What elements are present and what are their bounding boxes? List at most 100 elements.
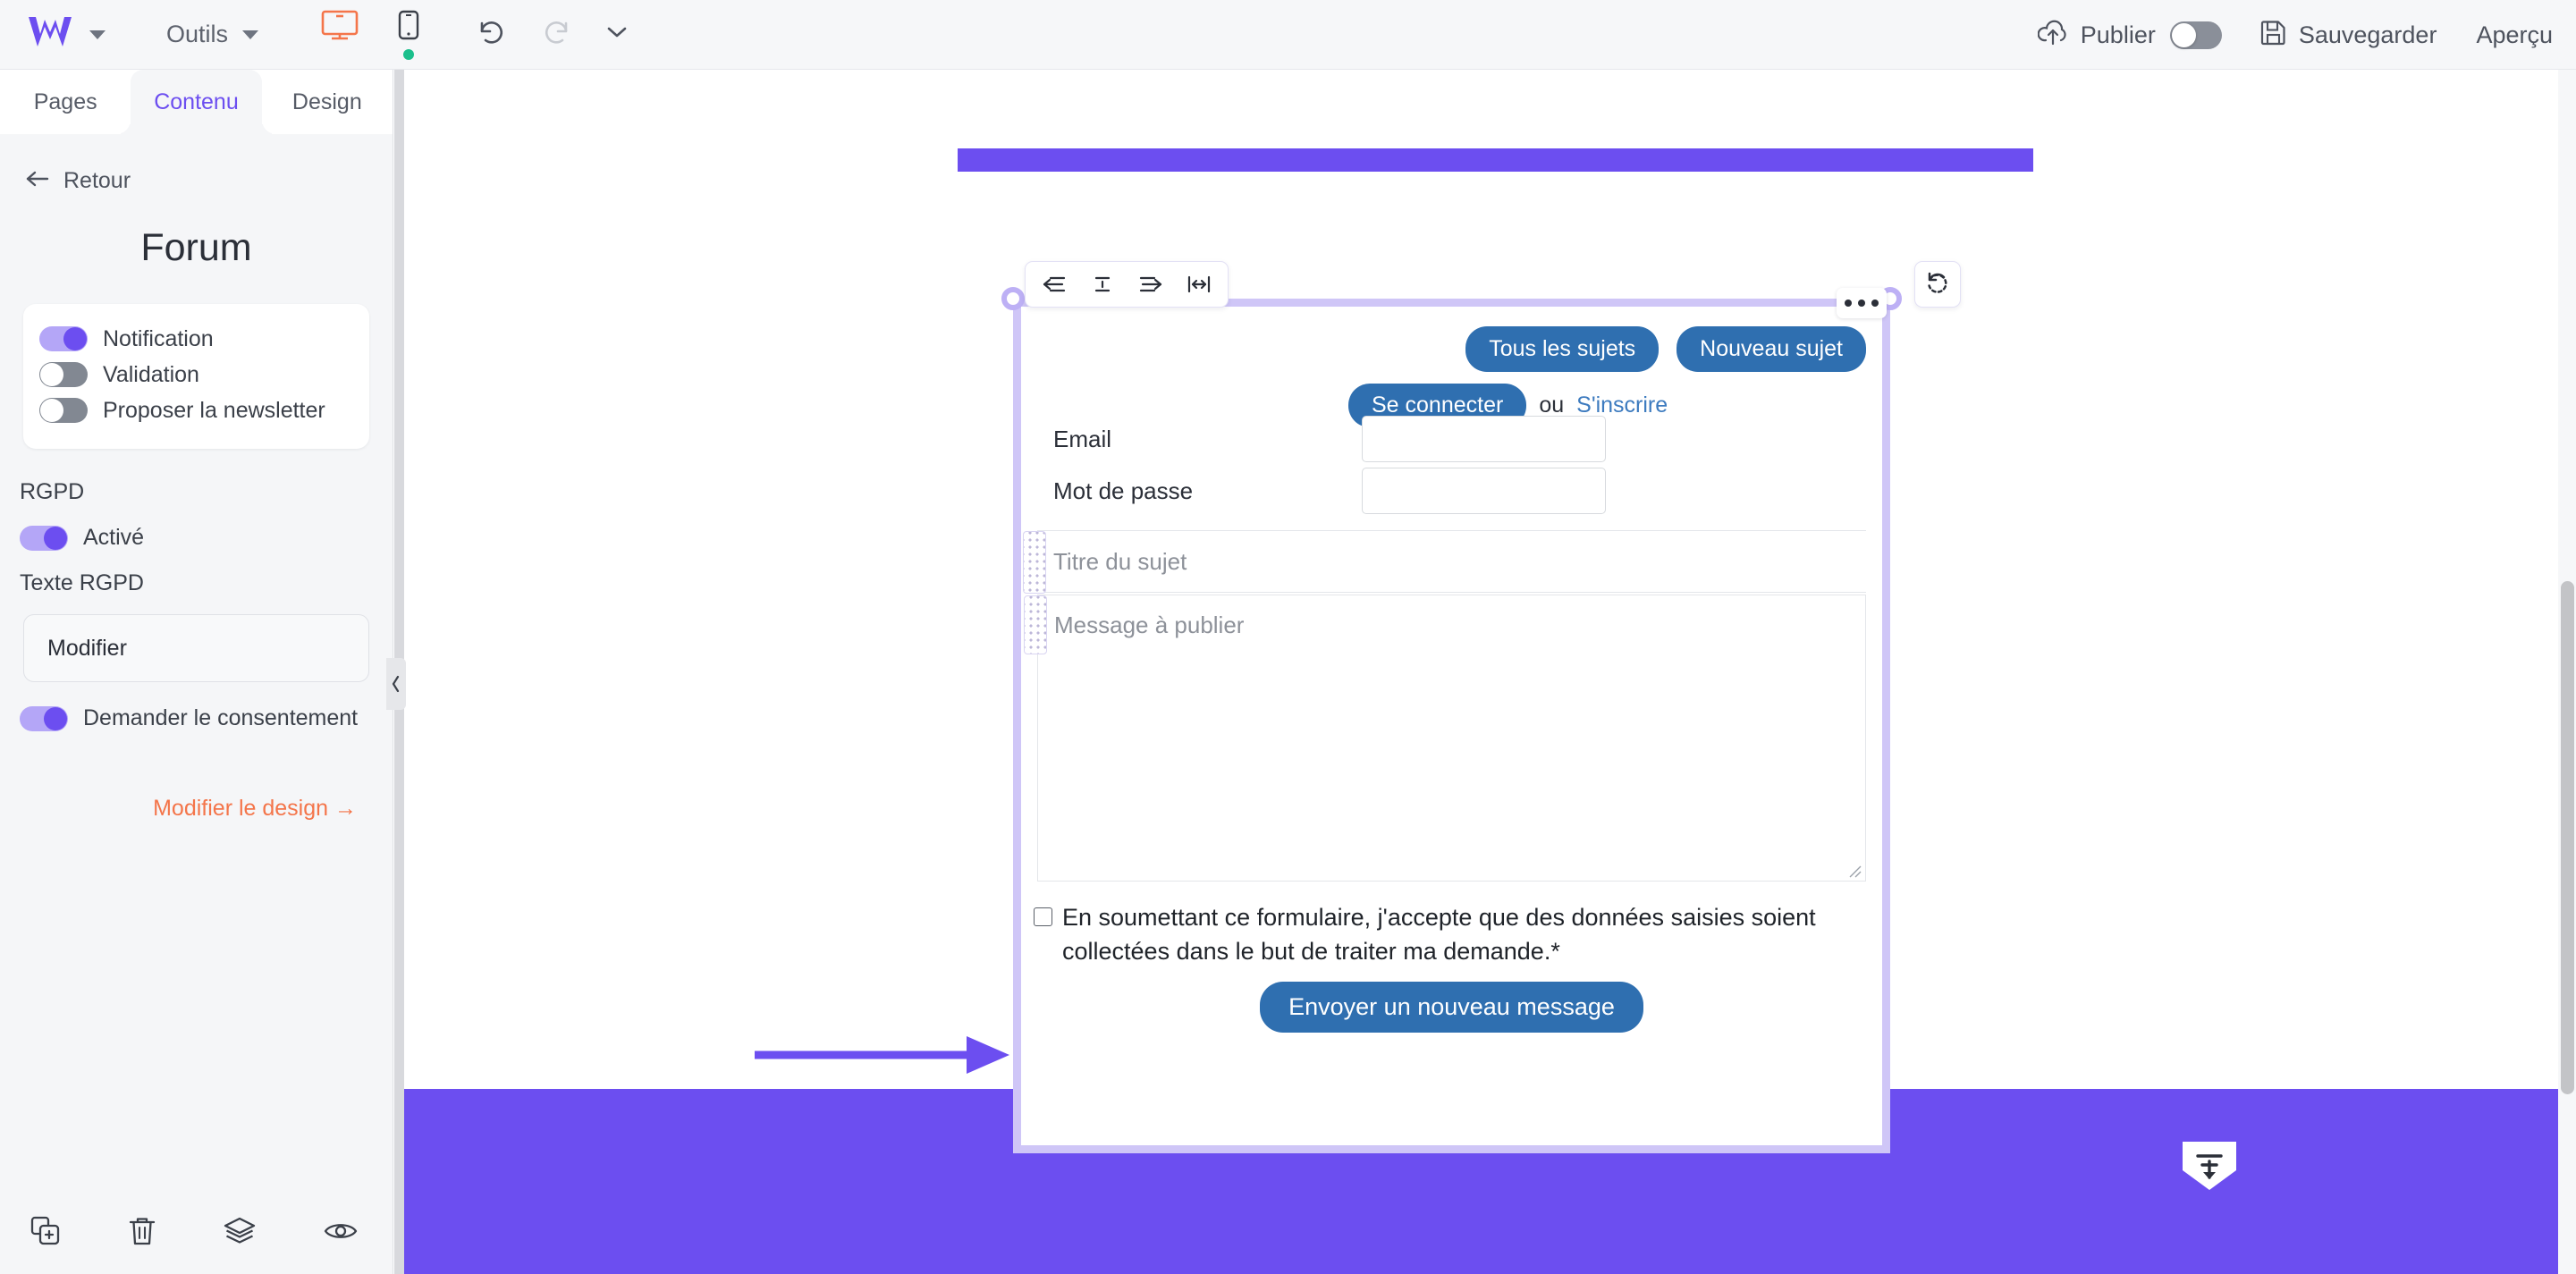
history-more-chevron-icon[interactable]	[607, 26, 627, 43]
save-label: Sauvegarder	[2298, 21, 2437, 48]
sidebar-tabs: Pages Contenu Design	[0, 70, 393, 134]
rgpd-enabled-label: Activé	[83, 525, 145, 550]
save-disk-icon	[2259, 20, 2286, 51]
chevron-down-icon	[89, 30, 106, 39]
fit-width-icon[interactable]	[1181, 266, 1217, 302]
topic-buttons: Tous les sujets Nouveau sujet	[1465, 326, 1866, 372]
align-left-icon[interactable]	[1036, 266, 1072, 302]
ellipsis-icon	[1845, 300, 1852, 307]
sidebar-bottom-toolbar	[0, 1192, 393, 1274]
rgpd-modify-button[interactable]: Modifier	[23, 614, 369, 682]
all-topics-button[interactable]: Tous les sujets	[1465, 326, 1660, 372]
topbar-actions: Publier Sauvegarder Aperçu	[2037, 0, 2553, 70]
mobile-status-dot	[403, 48, 415, 60]
duplicate-icon[interactable]	[30, 1216, 61, 1251]
layers-icon[interactable]	[224, 1216, 256, 1251]
consent-toggle[interactable]	[20, 705, 68, 731]
history-controls	[475, 18, 627, 51]
rgpd-enabled-toggle[interactable]	[20, 525, 68, 551]
logo-menu[interactable]	[27, 14, 106, 55]
toggle-knob	[40, 363, 63, 386]
password-label: Mot de passe	[1053, 477, 1194, 504]
block-more-options-button[interactable]	[1837, 288, 1887, 318]
chevron-down-icon	[242, 30, 259, 39]
publish-toggle[interactable]	[2169, 21, 2222, 49]
tab-contenu[interactable]: Contenu	[116, 70, 277, 134]
publish-toggle-knob	[2171, 22, 2196, 47]
tab-pages[interactable]: Pages	[0, 70, 131, 134]
gdpr-checkbox[interactable]	[1034, 907, 1052, 926]
tools-label: Outils	[166, 21, 229, 47]
subject-input[interactable]: Titre du sujet	[1023, 530, 1866, 594]
modify-design-link[interactable]: Modifier le design →	[0, 796, 357, 822]
canvas-scrollbar[interactable]	[2558, 70, 2576, 1274]
gdpr-text: En soumettant ce formulaire, j'accepte q…	[1062, 904, 1816, 966]
trash-icon[interactable]	[129, 1216, 156, 1251]
webself-logo-icon	[27, 14, 73, 55]
validation-toggle[interactable]	[39, 362, 88, 387]
or-label: ou	[1539, 392, 1565, 418]
back-label: Retour	[63, 168, 131, 193]
toggle-knob	[44, 706, 67, 730]
left-sidebar: Pages Contenu Design Retour Forum Notifi…	[0, 70, 393, 1274]
rgpd-text-label: Texte RGPD	[20, 570, 144, 595]
mobile-view-button[interactable]	[398, 10, 419, 60]
publish-group[interactable]: Publier	[2037, 20, 2222, 51]
scrollbar-thumb[interactable]	[2561, 581, 2574, 1094]
tab-design[interactable]: Design	[262, 70, 393, 134]
undo-icon[interactable]	[475, 18, 507, 51]
email-label: Email	[1053, 425, 1112, 452]
password-input[interactable]	[1362, 468, 1606, 514]
preview-button[interactable]: Aperçu	[2476, 21, 2553, 49]
option-row-validation: Validation	[39, 358, 353, 392]
consent-label: Demander le consentement	[83, 705, 359, 730]
desktop-view-button[interactable]	[321, 10, 359, 60]
desktop-monitor-icon	[321, 10, 359, 45]
validation-label: Validation	[103, 361, 199, 387]
insert-below-button[interactable]	[2178, 1138, 2241, 1194]
ellipsis-icon	[1858, 300, 1865, 307]
message-textarea[interactable]: Message à publier	[1024, 595, 1866, 882]
ellipsis-icon	[1871, 300, 1879, 307]
option-row-notification: Notification	[39, 322, 353, 356]
back-button[interactable]: Retour	[25, 168, 393, 194]
align-center-icon[interactable]	[1085, 266, 1120, 302]
device-switcher	[321, 10, 419, 60]
save-group[interactable]: Sauvegarder	[2259, 20, 2437, 51]
cloud-upload-icon	[2037, 20, 2068, 51]
password-field-row: Mot de passe	[1053, 468, 1885, 514]
newsletter-toggle[interactable]	[39, 398, 88, 423]
rgpd-section-label: RGPD	[20, 479, 85, 504]
gdpr-consent-row: En soumettant ce formulaire, j'accepte q…	[1034, 900, 1870, 969]
alignment-toolbar	[1025, 261, 1229, 308]
sidebar-collapse-handle[interactable]	[386, 658, 406, 710]
publish-label: Publier	[2080, 21, 2156, 48]
arrow-left-icon	[25, 168, 50, 194]
email-input[interactable]	[1362, 416, 1606, 462]
rgpd-enabled-row: Activé	[20, 525, 393, 551]
submit-message-button[interactable]: Envoyer un nouveau message	[1260, 982, 1643, 1033]
mobile-phone-icon	[398, 10, 419, 45]
annotation-arrow-icon	[752, 1028, 1020, 1086]
reset-rotate-button[interactable]	[1914, 261, 1961, 308]
submit-row: Envoyer un nouveau message	[1021, 982, 1882, 1033]
options-card: Notification Validation Proposer la news…	[23, 304, 369, 449]
notification-toggle[interactable]	[39, 326, 88, 351]
new-topic-button[interactable]: Nouveau sujet	[1677, 326, 1866, 372]
notification-label: Notification	[103, 325, 214, 351]
textarea-resize-handle[interactable]	[1847, 864, 1862, 878]
drag-grip-icon[interactable]	[1023, 531, 1046, 594]
tools-menu[interactable]: Outils	[166, 21, 259, 48]
reset-rotate-icon	[1924, 269, 1951, 300]
page-top-banner	[958, 148, 2033, 172]
subject-placeholder: Titre du sujet	[1053, 547, 1187, 575]
drag-grip-icon[interactable]	[1024, 595, 1047, 654]
eye-icon[interactable]	[324, 1219, 358, 1247]
email-field-row: Email	[1053, 416, 1885, 462]
redo-icon[interactable]	[541, 18, 573, 51]
top-toolbar: Outils Publier Sauvegarder Aperçu	[0, 0, 2576, 70]
toggle-knob	[63, 327, 87, 350]
align-right-icon[interactable]	[1133, 266, 1169, 302]
signup-link[interactable]: S'inscrire	[1576, 392, 1668, 418]
page-canvas: Tous les sujets Nouveau sujet Se connect…	[394, 70, 2576, 1274]
